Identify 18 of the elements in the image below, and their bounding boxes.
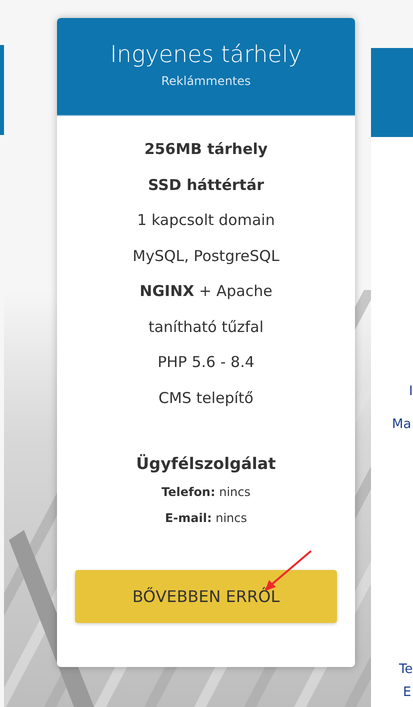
feature-text: CMS telepítő: [158, 388, 254, 408]
feature-text: MySQL, PostgreSQL: [132, 246, 280, 266]
plan-title: Ingyenes tárhely: [110, 42, 302, 68]
feature-text: SSD háttértár: [148, 174, 264, 196]
plan-subtitle: Reklámmentes: [161, 74, 251, 88]
feature-text: NGINX + Apache: [140, 281, 272, 302]
feature-text: I: [409, 384, 413, 399]
feature-text: 256MB tárhely: [144, 139, 268, 160]
feature-text: tanítható tűzfal: [148, 316, 264, 338]
support-info: Telefon: nincs: [161, 485, 250, 499]
more-info-button[interactable]: BŐVEBBEN ERRŐL: [75, 570, 337, 623]
feature-text: 1 kapcsolt domain: [137, 210, 275, 231]
support-info: E-mail: nincs: [164, 511, 248, 525]
support-heading: Ügyfélszolgálat: [136, 454, 276, 473]
feature-text: Ma: [392, 417, 412, 432]
feature-text: E: [403, 685, 412, 700]
feature-text: PHP 5.6 - 8.4: [158, 352, 254, 373]
feature-text: Te: [399, 662, 413, 677]
